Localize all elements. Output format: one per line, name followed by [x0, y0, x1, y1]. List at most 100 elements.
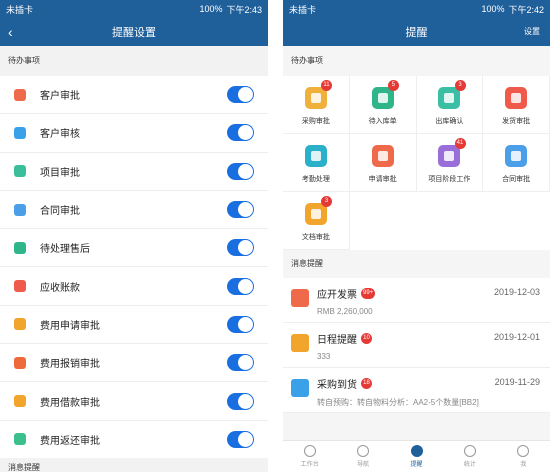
setting-row: 合同审批: [0, 191, 268, 230]
count-badge: 3: [321, 196, 332, 207]
toggle-switch[interactable]: [227, 392, 254, 410]
status-bar: 未插卡 100% 下午2:42: [283, 0, 550, 18]
task-cell[interactable]: 出库确认 3: [416, 76, 484, 134]
tab-label: 导航: [357, 462, 370, 468]
contract-icon: [505, 145, 528, 167]
tab-label: 统计: [463, 462, 476, 468]
settings-button[interactable]: 设置: [524, 26, 540, 37]
time-text: 下午2:42: [508, 4, 544, 15]
count-badge: 41: [454, 138, 466, 149]
setting-label: 应收账款: [40, 282, 80, 294]
message-subtitle: 333: [317, 352, 331, 361]
invoice-icon: [291, 289, 309, 307]
count-badge: 3: [454, 80, 466, 91]
setting-row: 项目审批: [0, 153, 268, 191]
message-title: 采购到货: [317, 380, 357, 391]
task-label: 待入库单: [368, 118, 397, 125]
setting-row: 客户审核: [0, 114, 268, 153]
carrier-text: 未插卡: [6, 4, 34, 15]
tab-3[interactable]: 统计: [443, 441, 496, 472]
toggle-switch[interactable]: [227, 277, 254, 295]
setting-label: 客户审批: [40, 91, 80, 103]
message-subtitle: 转自预购：转自物料分析：AA2-5个数量[BB2]: [317, 398, 479, 407]
tab-4[interactable]: 我: [497, 441, 550, 472]
tab-label: 工作台: [300, 462, 319, 468]
toggle-switch[interactable]: [227, 124, 254, 142]
customer-review-icon: [14, 126, 26, 139]
task-cell[interactable]: 合同审批: [483, 134, 550, 192]
task-label: 合同审批: [502, 176, 531, 183]
toggle-switch[interactable]: [227, 201, 254, 219]
setting-row: 应收账款: [0, 267, 268, 306]
tab-bar: 工作台 导航 提醒 统计 我: [283, 440, 550, 472]
time-text: 下午2:43: [226, 4, 262, 15]
nav-bar: ‹ 提醒设置: [0, 18, 268, 46]
tab-2[interactable]: 提醒: [390, 441, 443, 472]
calendar-icon: [291, 334, 309, 352]
message-section-title: 消息提醒: [283, 250, 550, 278]
receivable-icon: [14, 280, 26, 293]
setting-row: 费用报销审批: [0, 344, 268, 383]
count-badge: 18: [361, 378, 372, 389]
message-item[interactable]: 应开发票 99+ RMB 2,260,000 2019-12-03: [283, 278, 550, 323]
battery-text: 100%: [481, 4, 505, 14]
task-cell[interactable]: 发货审批: [483, 76, 550, 134]
task-cell[interactable]: 待入库单 5: [349, 76, 417, 134]
message-title: 日程提醒: [317, 335, 357, 346]
tab-1[interactable]: 导航: [336, 441, 389, 472]
task-cell[interactable]: 申请审批: [349, 134, 417, 192]
message-section-title: 消息提醒: [0, 458, 268, 472]
count-badge: 99+: [361, 288, 376, 299]
bulb-icon: [291, 379, 309, 397]
setting-label: 待处理售后: [40, 244, 90, 256]
back-icon[interactable]: ‹: [8, 23, 13, 41]
tab-icon: [517, 445, 530, 457]
setting-label: 费用借款审批: [40, 397, 100, 409]
count-badge: 10: [361, 333, 372, 344]
toggle-switch[interactable]: [227, 162, 254, 180]
toggle-switch[interactable]: [227, 86, 254, 104]
task-cell[interactable]: 项目阶段工作 41: [416, 134, 484, 192]
toggle-switch[interactable]: [227, 239, 254, 257]
tab-icon: [410, 445, 423, 457]
toggle-switch[interactable]: [227, 315, 254, 333]
nav-bar: 提醒 设置: [283, 18, 550, 46]
task-label: 文档审批: [301, 234, 330, 241]
setting-label: 费用返还审批: [40, 435, 100, 447]
task-label: 采购审批: [301, 118, 330, 125]
task-label: 发货审批: [502, 118, 531, 125]
tab-label: 提醒: [410, 462, 423, 468]
customer-approval-icon: [14, 88, 26, 101]
setting-row: 待处理售后: [0, 229, 268, 268]
task-cell[interactable]: 考勤处理: [283, 134, 350, 192]
message-item[interactable]: 采购到货 18 转自预购：转自物料分析：AA2-5个数量[BB2] 2019-11-2…: [283, 368, 550, 413]
message-list: 应开发票 99+ RMB 2,260,000 2019-12-03 日程提醒 10 333 2…: [283, 278, 550, 413]
tab-0[interactable]: 工作台: [283, 441, 336, 472]
message-date: 2019-12-01: [493, 332, 540, 342]
message-subtitle: RMB 2,260,000: [317, 307, 373, 316]
tab-icon: [463, 445, 476, 457]
task-grid: 采购审批 11 待入库单 5 出库确认 3 发货审批考勤处理 申请审批 项目阶段工作 41 合同审批…: [283, 76, 550, 250]
toggle-switch[interactable]: [227, 430, 254, 448]
message-date: 2019-11-29: [494, 377, 540, 387]
task-cell[interactable]: 文档审批 3: [283, 192, 350, 250]
application-icon: [371, 145, 394, 167]
tab-icon: [357, 445, 370, 457]
setting-row: 费用借款审批: [0, 382, 268, 421]
page-title: 提醒: [405, 27, 428, 39]
message-title: 应开发票: [317, 290, 357, 301]
contract-approval-icon: [14, 203, 26, 216]
expense-return-icon: [14, 433, 26, 446]
count-badge: 11: [321, 80, 332, 91]
toggle-switch[interactable]: [227, 354, 254, 372]
shipping-icon: [505, 87, 528, 109]
task-cell[interactable]: 采购审批 11: [283, 76, 350, 134]
task-label: 项目阶段工作: [428, 176, 471, 183]
message-item[interactable]: 日程提醒 10 333 2019-12-01: [283, 323, 550, 368]
task-label: 申请审批: [368, 176, 397, 183]
setting-row: 费用申请审批: [0, 306, 268, 345]
reminder-settings-screen: 未插卡 100% 下午2:43 ‹ 提醒设置 待办事项 客户审批 客户审核 项目审批…: [0, 0, 268, 472]
setting-label: 项目审批: [40, 167, 80, 179]
count-badge: 5: [387, 80, 399, 91]
task-label: 出库确认: [435, 118, 464, 125]
